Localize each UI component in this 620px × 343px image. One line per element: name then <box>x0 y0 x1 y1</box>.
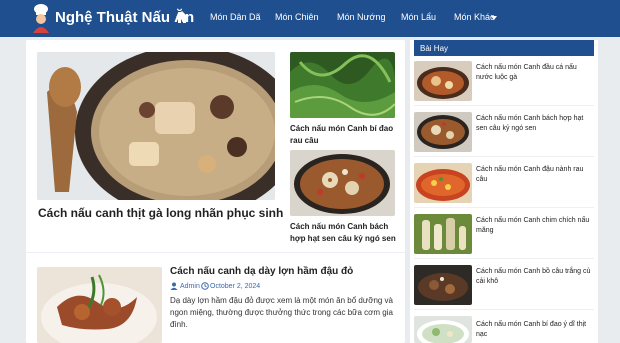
sidebar-heading: Bài Hay <box>420 44 449 53</box>
sidebar-item-image[interactable] <box>414 163 472 203</box>
nav-mon-lau[interactable]: Món Lẩu <box>401 12 436 22</box>
post-title[interactable]: Cách nấu canh dạ dày lợn hầm đậu đỏ <box>170 266 353 277</box>
clock-icon <box>201 282 209 290</box>
divider <box>414 258 594 259</box>
side-post-image-1[interactable] <box>290 52 395 118</box>
sidebar-item-title[interactable]: Cách nấu món Canh bồ câu trắng củ cải kh… <box>476 267 594 287</box>
sidebar-item-image[interactable] <box>414 316 472 343</box>
sidebar-item-title[interactable]: Cách nấu món Canh bách hợp hạt sen câu k… <box>476 114 594 134</box>
nav-mon-khac[interactable]: Món Khác <box>454 12 495 22</box>
nav-mon-dan-da[interactable]: Món Dân Dã <box>210 12 261 22</box>
post-image[interactable] <box>37 267 162 343</box>
divider <box>414 156 594 157</box>
sidebar-item-image[interactable] <box>414 61 472 101</box>
nav-mon-nuong[interactable]: Món Nướng <box>337 12 385 22</box>
sidebar-item-title[interactable]: Cách nấu món Canh đầu cá nấu nước luộc g… <box>476 63 594 83</box>
sidebar-item-image[interactable] <box>414 214 472 254</box>
side-post-title-2[interactable]: Cách nấu món Canh bách hợp hạt sen câu k… <box>290 221 398 245</box>
chef-icon[interactable] <box>30 3 52 33</box>
nav-mon-chien[interactable]: Món Chiên <box>275 12 319 22</box>
divider <box>414 309 594 310</box>
side-post-image-2[interactable] <box>290 150 395 216</box>
sidebar-item-image[interactable] <box>414 265 472 305</box>
featured-image[interactable] <box>37 52 275 200</box>
sidebar-item-title[interactable]: Cách nấu món Canh bí đao ý dĩ thịt nạc <box>476 320 594 340</box>
home-icon[interactable] <box>175 10 189 24</box>
featured-post-title[interactable]: Cách nấu canh thịt gà long nhãn phục sin… <box>38 206 283 220</box>
post-date: October 2, 2024 <box>210 283 261 290</box>
sidebar-item-image[interactable] <box>414 112 472 152</box>
post-author[interactable]: Admin <box>180 283 200 290</box>
sidebar-item-title[interactable]: Cách nấu món Canh chim chích nấu măng <box>476 216 594 236</box>
divider <box>26 252 405 253</box>
divider <box>414 207 594 208</box>
post-excerpt: Dạ dày lợn hầm đậu đỏ được xem là một mó… <box>170 296 394 329</box>
sidebar-item-title[interactable]: Cách nấu món Canh đậu nành rau câu <box>476 165 594 185</box>
site-title[interactable]: Nghệ Thuật Nấu Ăn <box>55 9 194 26</box>
chevron-down-icon[interactable] <box>491 16 497 20</box>
side-post-title-1[interactable]: Cách nấu món Canh bí đao rau câu <box>290 123 395 147</box>
divider <box>414 105 594 106</box>
user-icon <box>170 282 178 290</box>
